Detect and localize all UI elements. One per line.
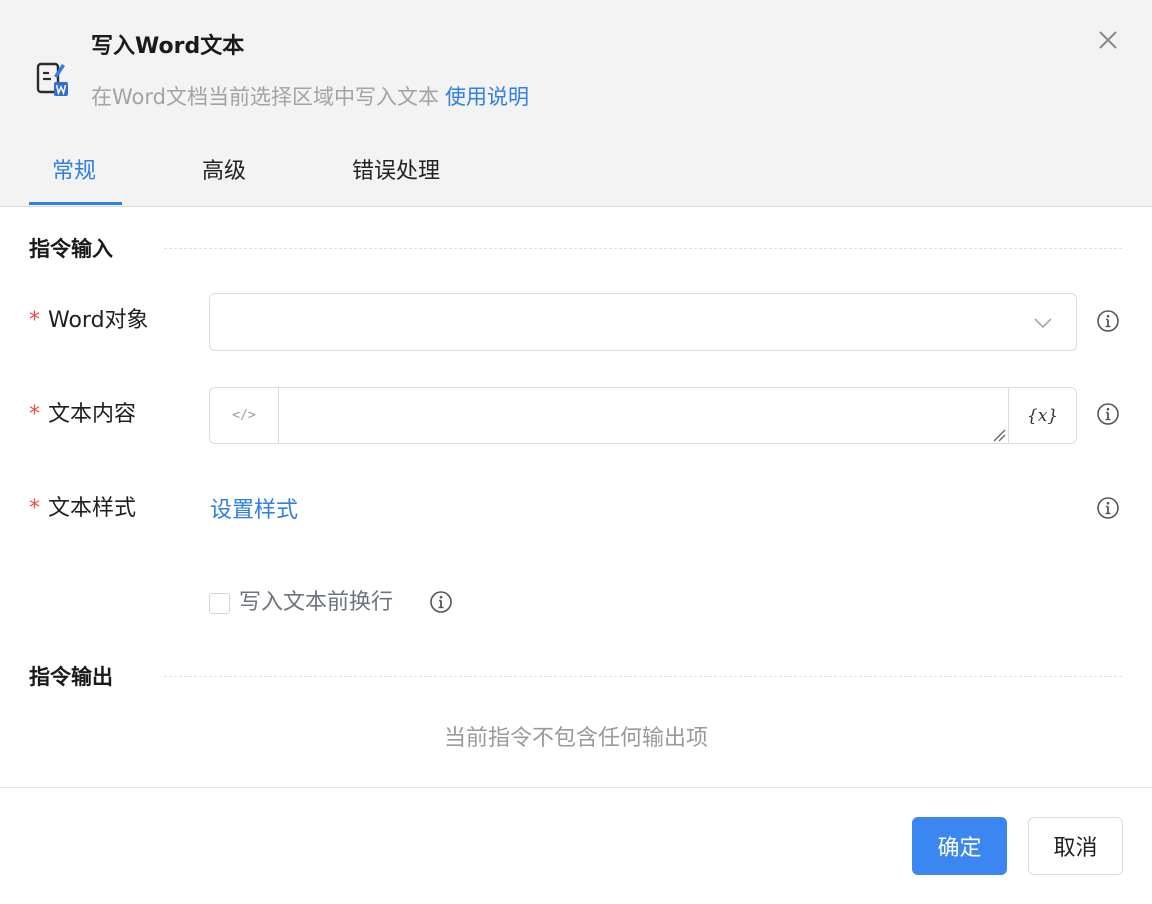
text-content-field: </> {x}: [209, 387, 1077, 444]
newline-before-checkbox[interactable]: [209, 593, 230, 614]
word-object-label: * Word对象: [29, 306, 149, 336]
input-section-title: 指令输入: [29, 237, 113, 261]
tab-general[interactable]: 常规: [52, 150, 96, 194]
text-content-label-text: 文本内容: [48, 402, 137, 427]
word-object-label-text: Word对象: [48, 308, 149, 333]
help-link[interactable]: 使用说明: [445, 85, 529, 109]
text-style-label-text: 文本样式: [48, 496, 137, 521]
subtitle-text: 在Word文档当前选择区域中写入文本: [91, 85, 439, 109]
newline-before-info-icon[interactable]: [429, 590, 453, 614]
text-content-label: * 文本内容: [29, 400, 136, 430]
close-icon[interactable]: [1092, 24, 1124, 56]
footer-divider: [0, 787, 1152, 788]
text-content-input[interactable]: [279, 388, 1008, 443]
active-tab-indicator: [29, 202, 122, 205]
required-mark: *: [29, 308, 40, 333]
word-object-info-icon[interactable]: [1096, 309, 1120, 333]
dialog-header: 写入Word文本 在Word文档当前选择区域中写入文本 使用说明 常规 高级 错误…: [0, 0, 1152, 207]
insert-variable-button[interactable]: {x}: [1008, 388, 1076, 443]
confirm-button[interactable]: 确定: [912, 817, 1007, 875]
output-section-divider: [164, 676, 1122, 677]
resize-handle-icon[interactable]: [992, 428, 1006, 442]
dialog-subtitle: 在Word文档当前选择区域中写入文本 使用说明: [91, 82, 529, 112]
empty-output-message: 当前指令不包含任何输出项: [443, 726, 708, 751]
set-style-link[interactable]: 设置样式: [210, 496, 298, 526]
cancel-button[interactable]: 取消: [1028, 817, 1123, 875]
text-style-info-icon[interactable]: [1096, 496, 1120, 520]
input-section-divider: [164, 248, 1122, 249]
chevron-down-icon: [1034, 318, 1052, 329]
dialog-title: 写入Word文本: [91, 34, 245, 59]
code-mode-button[interactable]: </>: [210, 388, 279, 443]
word-write-icon: [36, 62, 68, 96]
required-mark: *: [29, 402, 40, 427]
text-style-label: * 文本样式: [29, 494, 136, 524]
text-content-info-icon[interactable]: [1096, 402, 1120, 426]
required-mark: *: [29, 496, 40, 521]
word-object-select[interactable]: [209, 293, 1077, 351]
output-section-title: 指令输出: [29, 665, 113, 689]
newline-before-label[interactable]: 写入文本前换行: [239, 588, 393, 618]
tab-advanced[interactable]: 高级: [202, 150, 246, 194]
tab-error-handling[interactable]: 错误处理: [352, 150, 440, 194]
